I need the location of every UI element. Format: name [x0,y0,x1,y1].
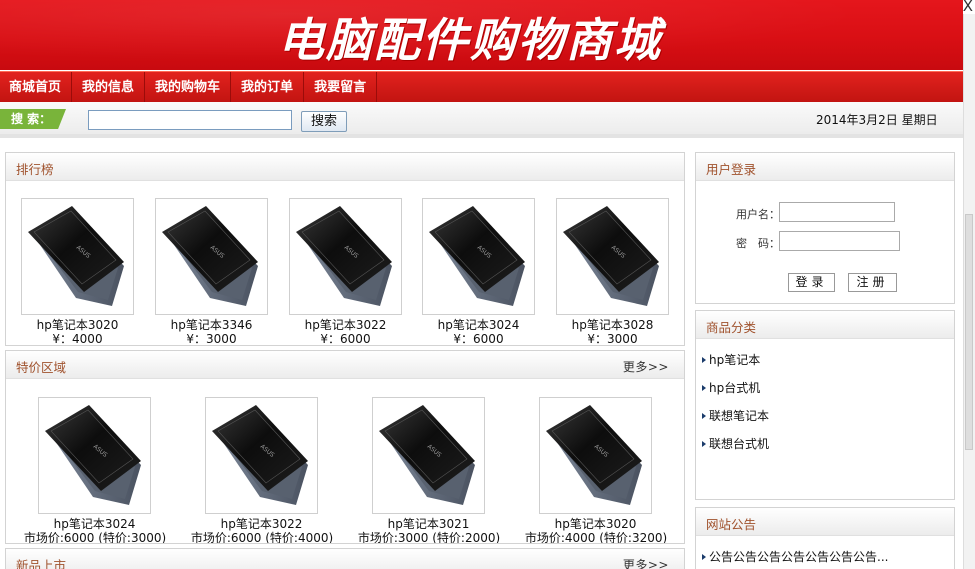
product-price: 市场价:6000 (特价:3000) [23,531,167,544]
special-product[interactable]: ASUS hp笔记本3020 市场价:4000 (特价:3200) [525,397,667,543]
notice-title: 网站公告 [706,517,757,532]
search-input[interactable] [88,110,292,130]
page-scrollbar[interactable] [963,14,975,569]
bullet-icon [702,385,706,391]
special-more-link[interactable]: 更多>> [623,358,669,375]
bullet-icon [702,357,706,363]
ranking-product[interactable]: ASUS hp笔记本3346 ¥：3000 [155,198,268,346]
page: 电脑配件购物商城 X 商城首页 我的信息 我的购物车 我的订单 我要留言 搜 索… [0,0,975,569]
product-name[interactable]: hp笔记本3020 [21,316,134,333]
product-name[interactable]: hp笔记本3022 [289,316,402,333]
new-arrivals-title: 新品上市 [16,558,67,569]
category-label[interactable]: hp笔记本 [709,353,760,367]
bullet-icon [702,441,706,447]
notice-panel: 网站公告 公告公告公告公告公告公告公告... [695,507,955,569]
product-name[interactable]: hp笔记本3024 [422,316,535,333]
nav-home[interactable]: 商城首页 [0,72,73,103]
category-item[interactable]: 联想台式机 [702,435,769,452]
search-button[interactable]: 搜索 [301,111,347,132]
site-banner: 电脑配件购物商城 [0,0,963,70]
laptop-image[interactable]: ASUS [21,198,134,315]
product-price: ¥：4000 [52,332,103,346]
special-title: 特价区域 [16,360,67,375]
nav-my-cart[interactable]: 我的购物车 [145,72,232,103]
laptop-image[interactable]: ASUS [422,198,535,315]
scrollbar-thumb[interactable] [965,214,973,450]
ranking-title: 排行榜 [16,162,54,177]
ranking-header: 排行榜 [6,153,684,181]
ranking-product[interactable]: ASUS hp笔记本3028 ¥：3000 [556,198,669,346]
product-name[interactable]: hp笔记本3346 [155,316,268,333]
new-arrivals-panel: 新品上市 更多>> [5,548,685,569]
product-price: 市场价:4000 (特价:3200) [524,531,668,544]
notice-label[interactable]: 公告公告公告公告公告公告公告... [709,550,888,564]
product-name[interactable]: hp笔记本3020 [539,515,652,532]
main-nav: 商城首页 我的信息 我的购物车 我的订单 我要留言 [0,71,963,103]
categories-title: 商品分类 [706,320,757,335]
laptop-image[interactable]: ASUS [556,198,669,315]
product-name[interactable]: hp笔记本3021 [372,515,485,532]
category-item[interactable]: hp笔记本 [702,351,760,368]
notice-header: 网站公告 [696,508,954,536]
site-title: 电脑配件购物商城 [278,13,662,67]
laptop-image[interactable]: ASUS [38,397,151,514]
product-price: ¥：6000 [320,332,371,346]
product-name[interactable]: hp笔记本3024 [38,515,151,532]
product-price: 市场价:3000 (特价:2000) [357,531,501,544]
ranking-product[interactable]: ASUS hp笔记本3024 ¥：6000 [422,198,535,346]
laptop-image[interactable]: ASUS [539,397,652,514]
current-date: 2014年3月2日 星期日 [816,113,938,127]
notice-item[interactable]: 公告公告公告公告公告公告公告... [702,548,888,565]
login-title: 用户登录 [706,162,757,177]
bullet-icon [702,413,706,419]
special-product[interactable]: ASUS hp笔记本3021 市场价:3000 (特价:2000) [358,397,500,543]
category-label[interactable]: 联想笔记本 [709,409,769,423]
special-panel: 特价区域 更多>> ASUS hp笔记本3024 市场价:6000 (特价:30… [5,350,685,544]
close-icon[interactable]: X [963,0,973,15]
category-item[interactable]: hp台式机 [702,379,760,396]
special-product[interactable]: ASUS hp笔记本3022 市场价:6000 (特价:4000) [191,397,333,543]
username-label: 用户名： [736,208,780,221]
username-field[interactable] [779,202,895,222]
product-name[interactable]: hp笔记本3028 [556,316,669,333]
nav-my-orders[interactable]: 我的订单 [231,72,305,103]
product-price: ¥：6000 [453,332,504,346]
category-label[interactable]: hp台式机 [709,381,760,395]
password-field[interactable] [779,231,900,251]
nav-my-info[interactable]: 我的信息 [72,72,146,103]
nav-leave-message[interactable]: 我要留言 [304,72,378,103]
ranking-panel: 排行榜 ASUS hp笔记本3020 ¥：4000 ASUS hp笔记本3346… [5,152,685,346]
ranking-product[interactable]: ASUS hp笔记本3020 ¥：4000 [21,198,134,346]
product-price: ¥：3000 [186,332,237,346]
search-label: 搜 索： [0,109,66,129]
category-item[interactable]: 联想笔记本 [702,407,769,424]
new-arrivals-header: 新品上市 更多>> [6,549,684,569]
search-bar: 搜 索： 搜索 2014年3月2日 星期日 [0,102,963,138]
login-panel: 用户登录 用户名： 密 码： 登录 注册 [695,152,955,304]
new-arrivals-more-link[interactable]: 更多>> [623,556,669,569]
laptop-image[interactable]: ASUS [289,198,402,315]
ranking-product[interactable]: ASUS hp笔记本3022 ¥：6000 [289,198,402,346]
special-header: 特价区域 更多>> [6,351,684,379]
special-product[interactable]: ASUS hp笔记本3024 市场价:6000 (特价:3000) [24,397,166,543]
laptop-image[interactable]: ASUS [205,397,318,514]
login-button[interactable]: 登录 [788,273,835,292]
product-price: 市场价:6000 (特价:4000) [190,531,334,544]
product-price: ¥：3000 [587,332,638,346]
category-label[interactable]: 联想台式机 [709,437,769,451]
categories-panel: 商品分类 hp笔记本 hp台式机 联想笔记本 联想台式机 [695,310,955,500]
laptop-image[interactable]: ASUS [155,198,268,315]
product-name[interactable]: hp笔记本3022 [205,515,318,532]
password-label: 密 码： [736,237,780,250]
bullet-icon [702,554,706,560]
laptop-image[interactable]: ASUS [372,397,485,514]
login-header: 用户登录 [696,153,954,181]
categories-header: 商品分类 [696,311,954,339]
register-button[interactable]: 注册 [848,273,897,292]
